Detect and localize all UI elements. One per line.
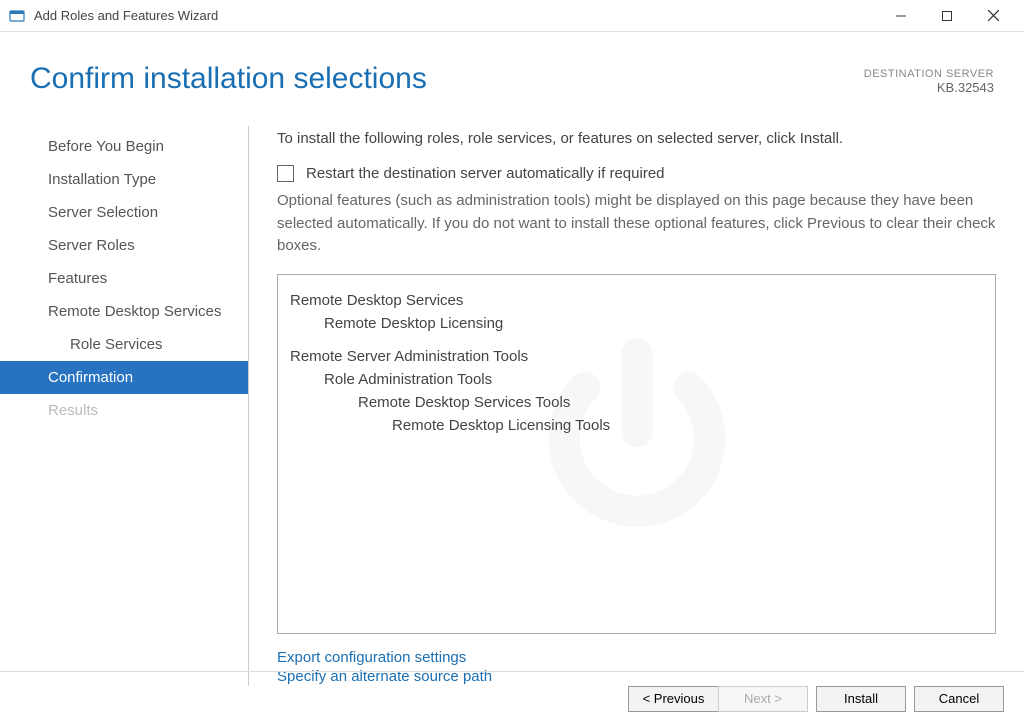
maximize-button[interactable] <box>924 0 970 32</box>
restart-checkbox-row[interactable]: Restart the destination server automatic… <box>277 165 996 182</box>
install-button[interactable]: Install <box>816 686 906 712</box>
previous-button[interactable]: < Previous <box>628 686 718 712</box>
body: Before You BeginInstallation TypeServer … <box>0 106 1024 686</box>
optional-features-note: Optional features (such as administratio… <box>277 190 996 258</box>
destination-value: KB.32543 <box>864 80 994 95</box>
window-controls <box>878 0 1016 32</box>
sidebar-step-results: Results <box>0 394 248 427</box>
sidebar-step-before-you-begin[interactable]: Before You Begin <box>0 130 248 163</box>
next-button: Next > <box>718 686 808 712</box>
destination-block: DESTINATION SERVER KB.32543 <box>864 68 994 95</box>
restart-checkbox-label: Restart the destination server automatic… <box>306 165 665 182</box>
header: Confirm installation selections DESTINAT… <box>0 32 1024 106</box>
selection-item: Remote Desktop Services <box>290 289 983 312</box>
sidebar-step-server-roles[interactable]: Server Roles <box>0 229 248 262</box>
sidebar-step-role-services[interactable]: Role Services <box>0 328 248 361</box>
export-config-link[interactable]: Export configuration settings <box>277 648 996 667</box>
app-icon <box>8 7 26 25</box>
wizard-steps-sidebar: Before You BeginInstallation TypeServer … <box>0 126 249 686</box>
sidebar-step-installation-type[interactable]: Installation Type <box>0 163 248 196</box>
window-title: Add Roles and Features Wizard <box>34 8 878 23</box>
selections-list: Remote Desktop ServicesRemote Desktop Li… <box>277 274 996 635</box>
titlebar: Add Roles and Features Wizard <box>0 0 1024 32</box>
sidebar-step-server-selection[interactable]: Server Selection <box>0 196 248 229</box>
main-panel: To install the following roles, role ser… <box>249 126 1024 686</box>
selection-item: Remote Desktop Licensing <box>290 312 983 335</box>
intro-text: To install the following roles, role ser… <box>277 130 996 147</box>
minimize-button[interactable] <box>878 0 924 32</box>
restart-checkbox[interactable] <box>277 165 294 182</box>
selection-item: Remote Server Administration Tools <box>290 345 983 368</box>
selection-item: Remote Desktop Licensing Tools <box>290 414 983 437</box>
sidebar-step-features[interactable]: Features <box>0 262 248 295</box>
destination-label: DESTINATION SERVER <box>864 68 994 80</box>
selection-item: Role Administration Tools <box>290 368 983 391</box>
sidebar-step-confirmation[interactable]: Confirmation <box>0 361 248 394</box>
cancel-button[interactable]: Cancel <box>914 686 1004 712</box>
button-bar: < Previous Next > Install Cancel <box>0 671 1024 725</box>
sidebar-step-remote-desktop-services[interactable]: Remote Desktop Services <box>0 295 248 328</box>
selection-item: Remote Desktop Services Tools <box>290 391 983 414</box>
close-button[interactable] <box>970 0 1016 32</box>
page-title: Confirm installation selections <box>30 62 427 96</box>
